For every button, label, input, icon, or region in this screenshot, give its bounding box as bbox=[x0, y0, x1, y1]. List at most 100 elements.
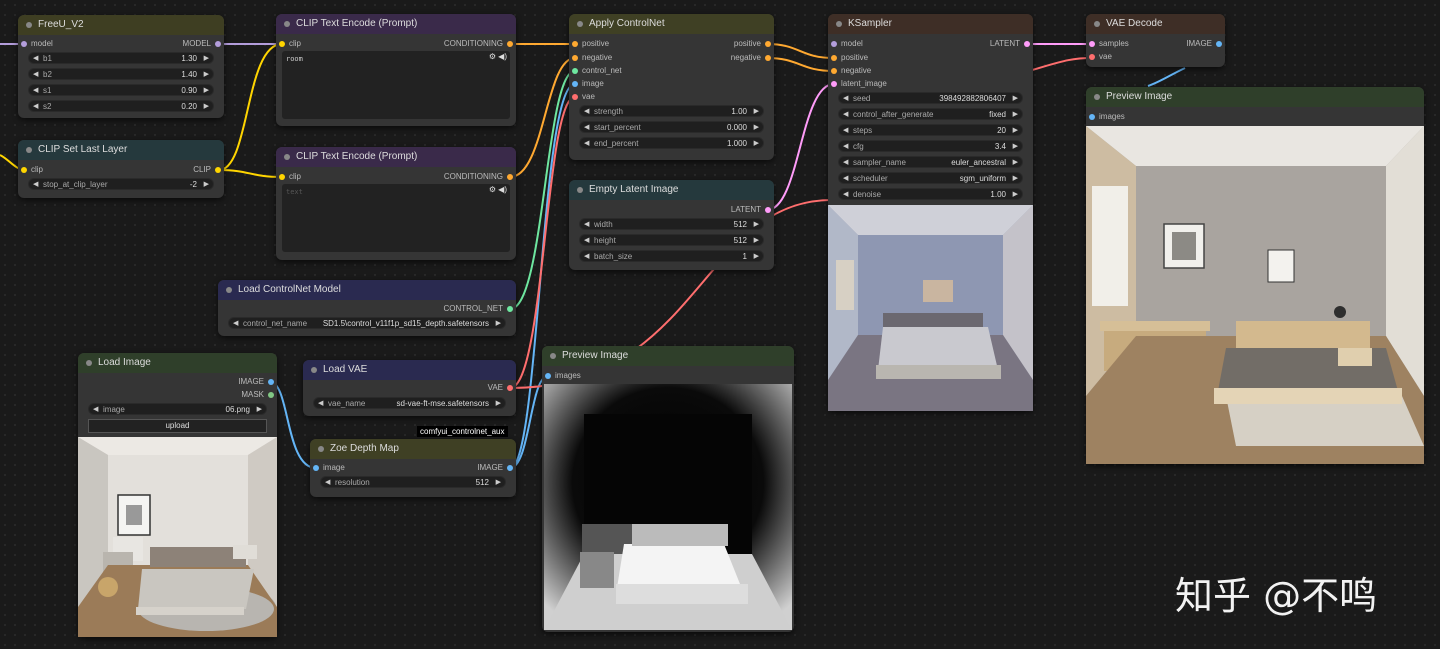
node-load-vae[interactable]: Load VAE VAE ◀ vae_name sd-vae-ft-mse.safe… bbox=[303, 360, 516, 416]
node-title[interactable]: Load VAE bbox=[303, 360, 516, 380]
node-preview-image-final[interactable]: Preview Image images bbox=[1086, 87, 1424, 464]
increment-icon[interactable]: ▶ bbox=[204, 69, 209, 81]
input-slot-negative[interactable] bbox=[831, 68, 837, 74]
settings-icon[interactable]: ⚙ bbox=[489, 52, 496, 61]
increment-icon[interactable]: ▶ bbox=[1013, 173, 1018, 185]
decrement-icon[interactable]: ◀ bbox=[584, 251, 589, 263]
node-title[interactable]: FreeU_V2 bbox=[18, 15, 224, 35]
increment-icon[interactable]: ▶ bbox=[204, 101, 209, 113]
input-slot-model[interactable] bbox=[831, 41, 837, 47]
decrement-icon[interactable]: ◀ bbox=[843, 173, 848, 185]
output-slot-positive[interactable] bbox=[765, 41, 771, 47]
node-load-controlnet-model[interactable]: Load ControlNet Model CONTROL_NET ◀ contr… bbox=[218, 280, 516, 336]
decrement-icon[interactable]: ◀ bbox=[318, 398, 323, 410]
node-clip-text-encode-positive[interactable]: CLIP Text Encode (Prompt) clip CONDITION… bbox=[276, 14, 516, 126]
node-title[interactable]: Load ControlNet Model bbox=[218, 280, 516, 300]
widget-b2[interactable]: ◀ b2 1.40 ▶ bbox=[28, 68, 214, 80]
node-title[interactable]: Preview Image bbox=[542, 346, 794, 366]
input-slot-image[interactable] bbox=[313, 465, 319, 471]
decrement-icon[interactable]: ◀ bbox=[843, 141, 848, 153]
decrement-icon[interactable]: ◀ bbox=[584, 219, 589, 231]
decrement-icon[interactable]: ◀ bbox=[33, 179, 38, 191]
input-slot-control-net[interactable] bbox=[572, 68, 578, 74]
increment-icon[interactable]: ▶ bbox=[754, 122, 759, 134]
output-slot-image[interactable] bbox=[268, 379, 274, 385]
output-slot-model[interactable] bbox=[215, 41, 221, 47]
widget-end-percent[interactable]: ◀ end_percent 1.000 ▶ bbox=[579, 137, 764, 149]
output-slot-image[interactable] bbox=[507, 465, 513, 471]
widget-denoise[interactable]: ◀ denoise 1.00 ▶ bbox=[838, 188, 1023, 200]
output-slot-latent[interactable] bbox=[765, 207, 771, 213]
node-title[interactable]: CLIP Set Last Layer bbox=[18, 140, 224, 160]
decrement-icon[interactable]: ◀ bbox=[33, 85, 38, 97]
input-slot-clip[interactable] bbox=[279, 174, 285, 180]
increment-icon[interactable]: ▶ bbox=[754, 106, 759, 118]
decrement-icon[interactable]: ◀ bbox=[584, 235, 589, 247]
node-ksampler[interactable]: KSampler model positive negative latent_… bbox=[828, 14, 1033, 411]
decrement-icon[interactable]: ◀ bbox=[233, 318, 238, 330]
node-title[interactable]: Preview Image bbox=[1086, 87, 1424, 107]
widget-width[interactable]: ◀ width 512 ▶ bbox=[579, 218, 764, 230]
node-freeu-v2[interactable]: FreeU_V2 model MODEL ◀ b1 1.30 ▶ ◀ b2 1.40 ▶ ◀… bbox=[18, 15, 224, 118]
widget-cfg[interactable]: ◀ cfg 3.4 ▶ bbox=[838, 140, 1023, 152]
increment-icon[interactable]: ▶ bbox=[1013, 109, 1018, 121]
input-slot-latent-image[interactable] bbox=[831, 81, 837, 87]
node-load-image[interactable]: Load Image IMAGE MASK ◀ image 06.png ▶ uplo… bbox=[78, 353, 277, 637]
widget-steps[interactable]: ◀ steps 20 ▶ bbox=[838, 124, 1023, 136]
decrement-icon[interactable]: ◀ bbox=[843, 109, 848, 121]
increment-icon[interactable]: ▶ bbox=[1013, 125, 1018, 137]
node-title[interactable]: CLIP Text Encode (Prompt) bbox=[276, 14, 516, 34]
input-slot-clip[interactable] bbox=[279, 41, 285, 47]
input-slot-images[interactable] bbox=[1089, 114, 1095, 120]
widget-batch-size[interactable]: ◀ batch_size 1 ▶ bbox=[579, 250, 764, 262]
node-title[interactable]: Apply ControlNet bbox=[569, 14, 774, 34]
increment-icon[interactable]: ▶ bbox=[1013, 189, 1018, 201]
decrement-icon[interactable]: ◀ bbox=[584, 122, 589, 134]
widget-start-percent[interactable]: ◀ start_percent 0.000 ▶ bbox=[579, 121, 764, 133]
output-slot-clip[interactable] bbox=[215, 167, 221, 173]
decrement-icon[interactable]: ◀ bbox=[843, 157, 848, 169]
increment-icon[interactable]: ▶ bbox=[204, 179, 209, 191]
node-zoe-depth-map[interactable]: Zoe Depth Map image IMAGE ◀ resolution 512… bbox=[310, 439, 516, 497]
input-slot-positive[interactable] bbox=[831, 55, 837, 61]
decrement-icon[interactable]: ◀ bbox=[843, 189, 848, 201]
decrement-icon[interactable]: ◀ bbox=[584, 138, 589, 150]
increment-icon[interactable]: ▶ bbox=[1013, 93, 1018, 105]
decrement-icon[interactable]: ◀ bbox=[325, 477, 330, 489]
node-title[interactable]: KSampler bbox=[828, 14, 1033, 34]
widget-height[interactable]: ◀ height 512 ▶ bbox=[579, 234, 764, 246]
node-clip-text-encode-negative[interactable]: CLIP Text Encode (Prompt) clip CONDITION… bbox=[276, 147, 516, 260]
input-slot-samples[interactable] bbox=[1089, 41, 1095, 47]
increment-icon[interactable]: ▶ bbox=[204, 85, 209, 97]
node-vae-decode[interactable]: VAE Decode samples vae IMAGE bbox=[1086, 14, 1225, 67]
input-slot-image[interactable] bbox=[572, 81, 578, 87]
widget-image-select[interactable]: ◀ image 06.png ▶ bbox=[88, 403, 267, 415]
input-slot-clip[interactable] bbox=[21, 167, 27, 173]
node-empty-latent-image[interactable]: Empty Latent Image LATENT ◀ width 512 ▶ ◀ he… bbox=[569, 180, 774, 270]
widget-control-after-generate[interactable]: ◀ control_after_generate fixed ▶ bbox=[838, 108, 1023, 120]
input-slot-positive[interactable] bbox=[572, 41, 578, 47]
output-slot-mask[interactable] bbox=[268, 392, 274, 398]
decrement-icon[interactable]: ◀ bbox=[33, 69, 38, 81]
decrement-icon[interactable]: ◀ bbox=[33, 53, 38, 65]
output-slot-image[interactable] bbox=[1216, 41, 1222, 47]
node-clip-set-last-layer[interactable]: CLIP Set Last Layer clip CLIP ◀ stop_at_c… bbox=[18, 140, 224, 198]
increment-icon[interactable]: ▶ bbox=[496, 318, 501, 330]
widget-seed[interactable]: ◀ seed 398492882806407 ▶ bbox=[838, 92, 1023, 104]
speaker-icon[interactable]: ◀) bbox=[498, 52, 507, 61]
upload-button[interactable]: upload bbox=[88, 419, 267, 433]
input-slot-model[interactable] bbox=[21, 41, 27, 47]
increment-icon[interactable]: ▶ bbox=[496, 398, 501, 410]
widget-s1[interactable]: ◀ s1 0.90 ▶ bbox=[28, 84, 214, 96]
input-slot-vae[interactable] bbox=[1089, 54, 1095, 60]
widget-resolution[interactable]: ◀ resolution 512 ▶ bbox=[320, 476, 506, 488]
increment-icon[interactable]: ▶ bbox=[754, 219, 759, 231]
decrement-icon[interactable]: ◀ bbox=[584, 106, 589, 118]
decrement-icon[interactable]: ◀ bbox=[93, 404, 98, 416]
increment-icon[interactable]: ▶ bbox=[754, 138, 759, 150]
increment-icon[interactable]: ▶ bbox=[754, 251, 759, 263]
output-slot-latent[interactable] bbox=[1024, 41, 1030, 47]
node-preview-image-depth[interactable]: Preview Image images bbox=[542, 346, 794, 632]
node-title[interactable]: Empty Latent Image bbox=[569, 180, 774, 200]
decrement-icon[interactable]: ◀ bbox=[843, 125, 848, 137]
